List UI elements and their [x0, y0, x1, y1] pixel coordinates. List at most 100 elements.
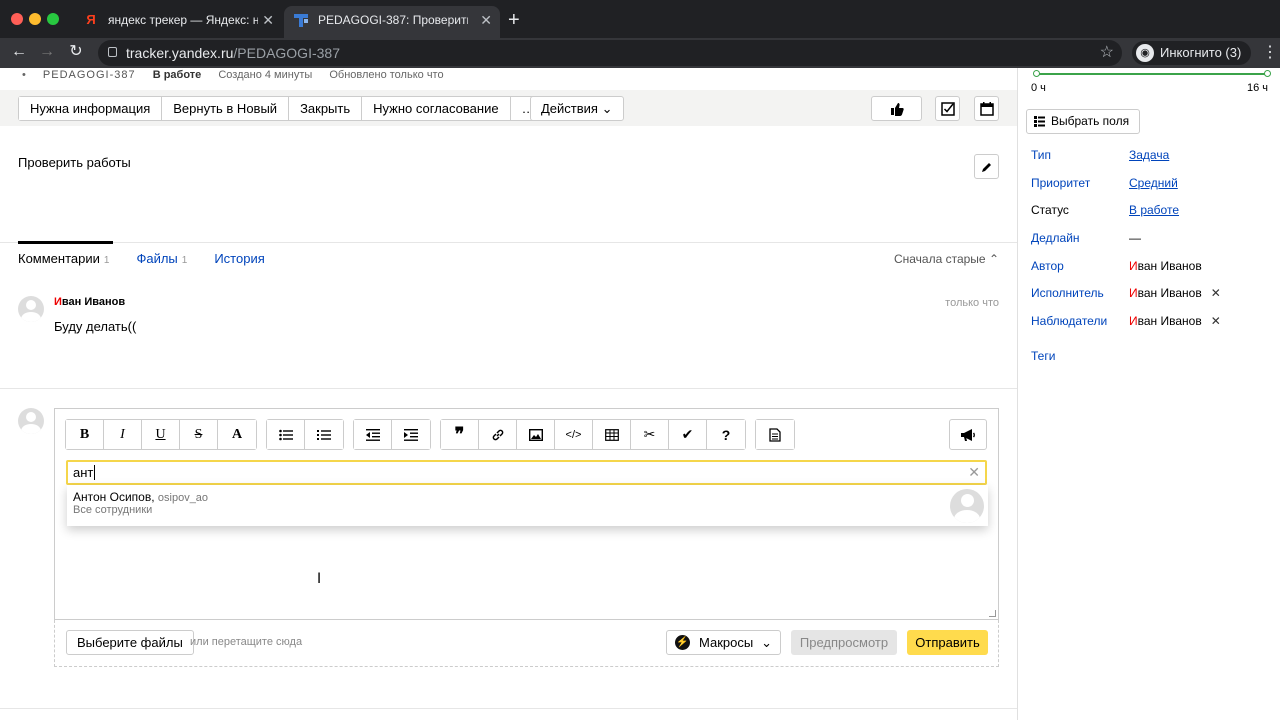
text-cursor-icon: I [317, 571, 322, 587]
bullet-icon: • [22, 69, 26, 81]
tab-history[interactable]: История [214, 243, 264, 275]
field-value-author[interactable]: Иван Иванов [1129, 259, 1202, 273]
macros-dropdown[interactable]: ⚡ Макросы ⌄ [666, 630, 781, 655]
back-icon[interactable]: ← [9, 42, 29, 62]
user-suggestion[interactable]: Антон Осипов, osipov_ao Все сотрудники [67, 485, 988, 526]
image-icon[interactable] [517, 420, 555, 449]
user-initial: И [1129, 314, 1138, 328]
announce-button[interactable] [949, 419, 987, 450]
avatar [950, 489, 984, 523]
incognito-icon: ◉ [1136, 44, 1154, 62]
new-tab-button[interactable]: + [508, 8, 520, 32]
code-icon[interactable]: </> [555, 420, 593, 449]
comment-author[interactable]: Иван Иванов [54, 296, 125, 308]
link-icon[interactable] [479, 420, 517, 449]
close-window-icon[interactable] [11, 13, 23, 25]
bookmark-star-icon[interactable]: ☆ [1100, 40, 1114, 66]
browser-tab-yandex[interactable]: Я яндекс трекер — Яндекс: нашлось ✕ [74, 6, 282, 38]
comment-editor[interactable]: B I U S A ❞ </> ✂ ✔ ? ант ✕ Антон Осипов… [54, 408, 999, 620]
italic-icon[interactable]: I [104, 420, 142, 449]
suggestion-group: Все сотрудники [73, 504, 153, 516]
tab-title: PEDAGOGI-387: Проверить работы [318, 13, 468, 27]
field-value-followers[interactable]: Иван Иванов ✕ [1129, 314, 1221, 328]
table-icon[interactable] [593, 420, 631, 449]
issue-key[interactable]: PEDAGOGI-387 [43, 69, 136, 81]
indent-icon[interactable] [392, 420, 430, 449]
like-button[interactable] [871, 96, 922, 121]
tab-files[interactable]: Файлы 1 [136, 243, 187, 275]
maximize-window-icon[interactable] [47, 13, 59, 25]
send-button[interactable]: Отправить [907, 630, 988, 655]
forward-icon[interactable]: → [37, 42, 57, 62]
reload-icon[interactable]: ↻ [66, 42, 86, 62]
issue-updated: Обновлено только что [329, 69, 444, 81]
clear-input-icon[interactable]: ✕ [968, 462, 980, 483]
quote-icon[interactable]: ❞ [441, 420, 479, 449]
field-label-author: Автор [1031, 259, 1064, 273]
close-tab-icon[interactable]: ✕ [480, 6, 492, 34]
resize-handle[interactable] [989, 610, 996, 617]
tab-title: яндекс трекер — Яндекс: нашлось [108, 13, 258, 27]
return-to-new-button[interactable]: Вернуть в Новый [162, 97, 290, 120]
field-label-priority: Приоритет [1031, 176, 1091, 190]
sort-toggle[interactable]: Сначала старые ⌃ [894, 243, 999, 275]
numbered-list-icon[interactable] [305, 420, 343, 449]
checklist-button[interactable] [935, 96, 960, 121]
bulleted-list-icon[interactable] [267, 420, 305, 449]
lock-icon [108, 47, 117, 57]
choose-files-button[interactable]: Выберите файлы [66, 630, 194, 655]
actions-label: Действия [541, 101, 598, 116]
close-issue-button[interactable]: Закрыть [289, 97, 363, 120]
fields-list-icon [1034, 116, 1045, 127]
select-fields-button[interactable]: Выбрать поля [1026, 109, 1141, 134]
bold-icon[interactable]: B [66, 420, 104, 449]
tracker-favicon-icon [294, 13, 308, 27]
document-icon[interactable] [756, 420, 794, 449]
preview-button[interactable]: Предпросмотр [791, 630, 897, 655]
lightning-icon: ⚡ [675, 635, 690, 650]
field-label-tags[interactable]: Теги [1031, 349, 1055, 363]
tab-label: Файлы [136, 251, 178, 266]
calendar-button[interactable] [974, 96, 999, 121]
edit-description-button[interactable] [974, 154, 999, 179]
field-value-assignee[interactable]: Иван Иванов ✕ [1129, 286, 1221, 300]
incognito-profile-button[interactable]: ◉ Инкогнито (3) [1132, 41, 1252, 65]
field-value-priority[interactable]: Средний [1129, 176, 1178, 190]
close-tab-icon[interactable]: ✕ [262, 6, 274, 34]
field-label-assignee: Исполнитель [1031, 286, 1104, 300]
remove-assignee-icon[interactable]: ✕ [1211, 286, 1221, 300]
url-path: /PEDAGOGI-387 [233, 45, 340, 61]
field-label-deadline: Дедлайн [1031, 231, 1080, 245]
actions-dropdown[interactable]: Действия ⌄ [530, 96, 624, 121]
remove-follower-icon[interactable]: ✕ [1211, 314, 1221, 328]
tab-comments[interactable]: Комментарии 1 [18, 241, 114, 275]
author-initial: И [54, 296, 62, 308]
text-color-icon[interactable]: A [218, 420, 256, 449]
field-value-deadline[interactable]: — [1129, 231, 1141, 245]
user-initial: И [1129, 286, 1138, 300]
scissors-icon[interactable]: ✂ [631, 420, 669, 449]
issue-tabs: Комментарии 1 Файлы 1 История [18, 241, 292, 275]
need-approval-button[interactable]: Нужно согласование [362, 97, 511, 120]
chevron-down-icon: ⌄ [761, 635, 772, 650]
minimize-window-icon[interactable] [29, 13, 41, 25]
field-value-type[interactable]: Задача [1129, 148, 1169, 162]
suggestion-name: Антон Осипов, [73, 490, 155, 504]
outdent-icon[interactable] [354, 420, 392, 449]
field-value-status[interactable]: В работе [1129, 203, 1179, 217]
time-tracking-bar [1033, 70, 1271, 77]
underline-icon[interactable]: U [142, 420, 180, 449]
address-bar[interactable]: tracker.yandex.ru/PEDAGOGI-387 ☆ [98, 40, 1122, 66]
need-info-button[interactable]: Нужна информация [19, 97, 163, 120]
issue-title: Проверить работы [18, 155, 131, 170]
comment-time: только что [945, 297, 999, 309]
mention-search-input[interactable]: ант ✕ [66, 460, 987, 485]
help-icon[interactable]: ? [707, 420, 745, 449]
browser-tab-tracker[interactable]: PEDAGOGI-387: Проверить работы ✕ [284, 6, 500, 38]
checkbox-icon [940, 101, 955, 116]
checkmark-icon[interactable]: ✔ [669, 420, 707, 449]
strikethrough-icon[interactable]: S [180, 420, 218, 449]
sort-label: Сначала старые [893, 252, 986, 266]
avatar [18, 408, 44, 434]
browser-menu-icon[interactable]: ⋮ [1262, 42, 1278, 62]
